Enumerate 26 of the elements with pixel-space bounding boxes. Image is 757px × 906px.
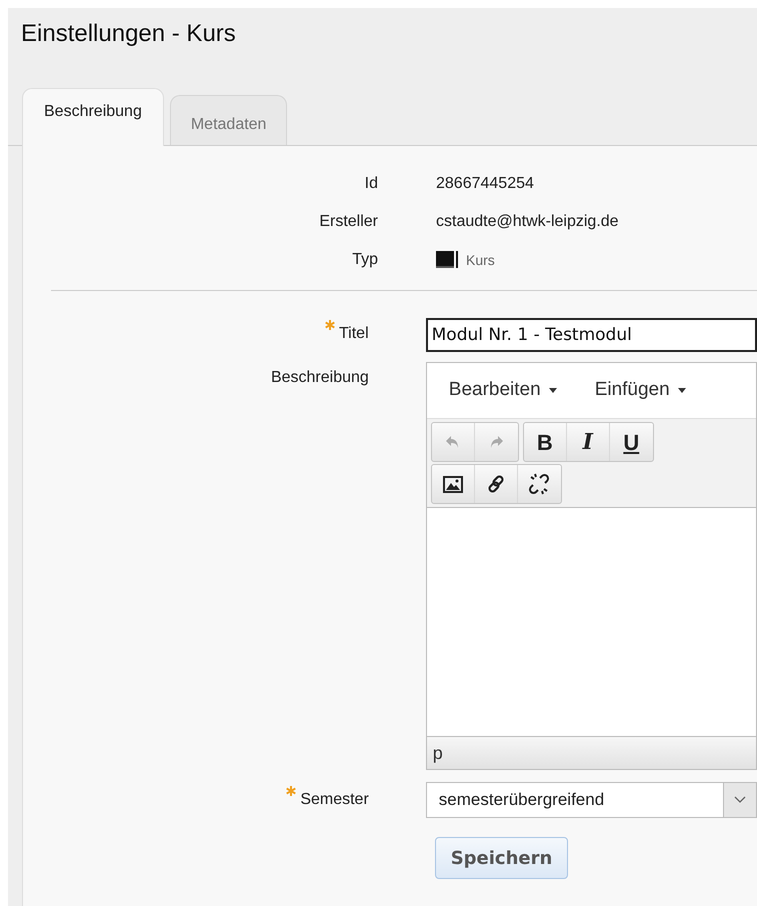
title-input[interactable]: Modul Nr. 1 - Testmodul	[426, 318, 757, 352]
tab[interactable]: Metadaten	[170, 95, 288, 145]
field-label: Ersteller	[318, 212, 378, 232]
field-label: Typ	[351, 250, 378, 270]
field-value: cstaudte@htwk-leipzig.de	[436, 212, 619, 232]
chevron-down-icon	[734, 796, 746, 804]
link-icon	[486, 474, 506, 494]
field-label: Semester	[300, 791, 369, 808]
field-label: Titel	[339, 325, 369, 342]
save-button[interactable]: Speichern	[435, 837, 568, 879]
field-value: Kurs	[466, 250, 495, 270]
toolbar-button[interactable]: B	[524, 423, 567, 461]
image-icon	[442, 476, 463, 492]
unlink-icon	[528, 473, 550, 495]
book-icon	[436, 251, 460, 269]
toolbar-button[interactable]: U	[610, 423, 653, 461]
editor-menu[interactable]: Bearbeiten	[448, 376, 557, 405]
page-title: Einstellungen - Kurs	[20, 19, 237, 49]
field-label: Id	[364, 174, 378, 194]
field-label: Beschreibung	[270, 369, 369, 386]
element-path: p	[432, 742, 443, 765]
tab[interactable]: Beschreibung	[22, 88, 164, 146]
field-value: 28667445254	[436, 174, 534, 194]
editor-menu[interactable]: Einfügen	[594, 376, 686, 405]
toolbar-button[interactable]: I	[566, 423, 610, 461]
semester-select[interactable]: semesterübergreifend	[426, 782, 757, 818]
